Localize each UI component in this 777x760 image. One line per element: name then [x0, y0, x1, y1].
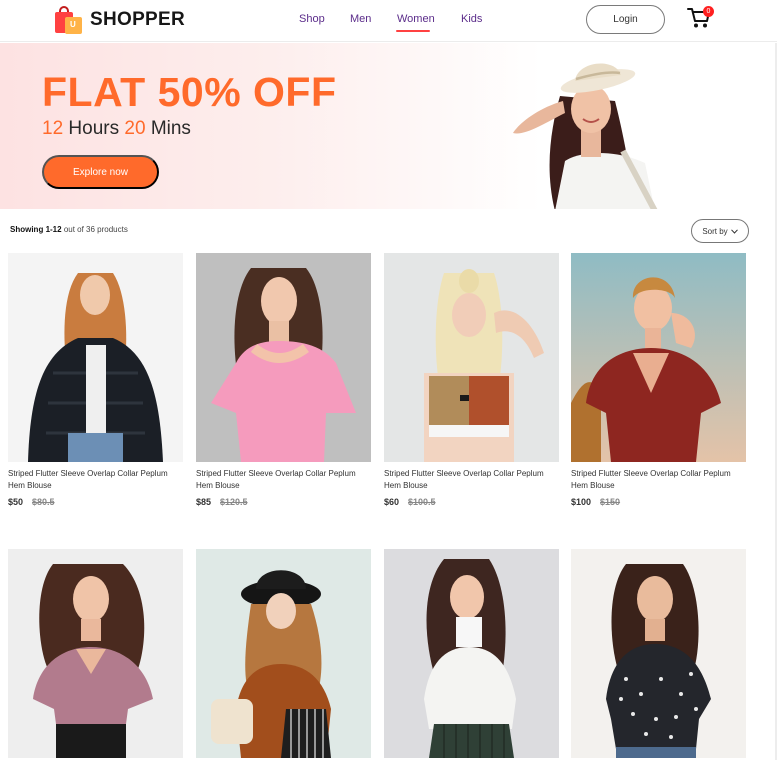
product-image[interactable] — [384, 549, 559, 758]
countdown-hours-value: 12 — [42, 118, 64, 139]
hero-title: FLAT 50% OFF — [42, 69, 337, 115]
product-image[interactable] — [196, 549, 371, 758]
nav-item-shop[interactable]: Shop — [299, 13, 325, 25]
sort-dropdown[interactable]: Sort by — [691, 219, 749, 243]
navbar: U SHOPPER Shop Men Women Kids Login 0 — [0, 0, 777, 42]
product-image[interactable] — [384, 253, 559, 462]
product-price: $85 — [196, 497, 212, 507]
product-price: $50 — [8, 497, 24, 507]
product-price: $100 — [571, 497, 592, 507]
results-range: 1-12 — [45, 225, 62, 234]
results-prefix: Showing — [10, 225, 44, 234]
product-image[interactable] — [571, 253, 746, 462]
nav-item-women-label: Women — [397, 13, 435, 25]
shopping-bag-icon: U — [53, 5, 84, 35]
product-name[interactable]: Striped Flutter Sleeve Overlap Collar Pe… — [196, 468, 371, 492]
product-price: $60 — [384, 497, 400, 507]
product-card[interactable] — [571, 549, 746, 758]
results-count: Showing 1-12 out of 36 products — [10, 225, 128, 234]
product-image[interactable] — [571, 549, 746, 758]
price-row: $60 $100.5 — [384, 497, 559, 507]
product-old-price: $120.5 — [220, 497, 248, 507]
price-row: $50 $80.5 — [8, 497, 183, 507]
chevron-down-icon — [730, 228, 738, 234]
product-old-price: $100.5 — [408, 497, 436, 507]
cart-count-badge: 0 — [703, 6, 714, 17]
product-name[interactable]: Striped Flutter Sleeve Overlap Collar Pe… — [571, 468, 746, 492]
product-image[interactable] — [196, 253, 371, 462]
product-image[interactable] — [8, 253, 183, 462]
login-button[interactable]: Login — [586, 5, 665, 34]
countdown-mins-value: 20 — [124, 118, 146, 139]
nav-item-women[interactable]: Women — [396, 13, 435, 32]
product-card[interactable] — [196, 549, 371, 758]
product-card[interactable]: Striped Flutter Sleeve Overlap Collar Pe… — [8, 253, 183, 507]
explore-now-button[interactable]: Explore now — [42, 155, 159, 189]
price-row: $100 $150 — [571, 497, 746, 507]
product-name[interactable]: Striped Flutter Sleeve Overlap Collar Pe… — [384, 468, 559, 492]
nav-item-men[interactable]: Men — [350, 13, 371, 25]
product-card[interactable] — [384, 549, 559, 758]
product-card[interactable]: Striped Flutter Sleeve Overlap Collar Pe… — [571, 253, 746, 507]
product-name[interactable]: Striped Flutter Sleeve Overlap Collar Pe… — [8, 468, 183, 492]
countdown-mins-label: Mins — [150, 118, 191, 139]
brand-logo[interactable]: U SHOPPER — [53, 5, 185, 35]
countdown-hours-label: Hours — [68, 118, 120, 139]
brand-name: SHOPPER — [90, 9, 186, 30]
product-image[interactable] — [8, 549, 183, 758]
product-old-price: $80.5 — [32, 497, 55, 507]
results-suffix: out of 36 products — [63, 225, 128, 234]
product-old-price: $150 — [600, 497, 621, 507]
hero-countdown: 12 Hours 20 Mins — [42, 118, 191, 140]
price-row: $85 $120.5 — [196, 497, 371, 507]
product-card[interactable]: Striped Flutter Sleeve Overlap Collar Pe… — [384, 253, 559, 507]
hero-model-image — [513, 63, 658, 209]
nav-item-kids[interactable]: Kids — [461, 13, 482, 25]
product-card[interactable]: Striped Flutter Sleeve Overlap Collar Pe… — [196, 253, 371, 507]
hero-banner: FLAT 50% OFF 12 Hours 20 Mins Explore no… — [0, 43, 775, 209]
active-nav-underline — [396, 30, 430, 32]
sort-label: Sort by — [702, 226, 728, 236]
product-card[interactable] — [8, 549, 183, 758]
